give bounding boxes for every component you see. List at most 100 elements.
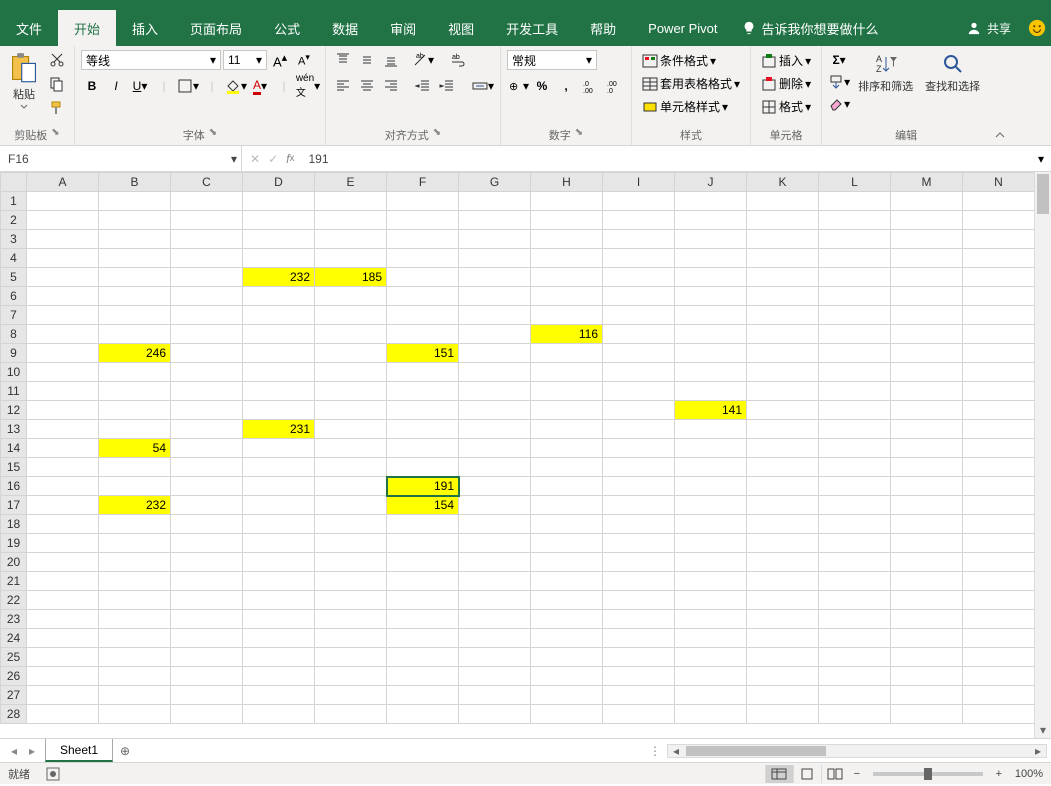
expand-formula-bar-button[interactable]: ▾ xyxy=(1031,146,1051,171)
cell-G26[interactable] xyxy=(459,667,531,686)
cell-H9[interactable] xyxy=(531,344,603,363)
format-painter-button[interactable] xyxy=(46,98,68,118)
cell-I13[interactable] xyxy=(603,420,675,439)
col-header-H[interactable]: H xyxy=(531,173,603,192)
font-name-combo[interactable]: 等线▾ xyxy=(81,50,221,70)
cell-D13[interactable]: 231 xyxy=(243,420,315,439)
row-header-23[interactable]: 23 xyxy=(1,610,27,629)
cell-C9[interactable] xyxy=(171,344,243,363)
cell-G1[interactable] xyxy=(459,192,531,211)
row-header-25[interactable]: 25 xyxy=(1,648,27,667)
cell-H4[interactable] xyxy=(531,249,603,268)
cell-N11[interactable] xyxy=(963,382,1035,401)
cell-F5[interactable] xyxy=(387,268,459,287)
cell-H22[interactable] xyxy=(531,591,603,610)
cell-E27[interactable] xyxy=(315,686,387,705)
cell-H24[interactable] xyxy=(531,629,603,648)
cell-N7[interactable] xyxy=(963,306,1035,325)
cell-M28[interactable] xyxy=(891,705,963,724)
tab-power-pivot[interactable]: Power Pivot xyxy=(632,10,733,46)
cell-K20[interactable] xyxy=(747,553,819,572)
cell-M18[interactable] xyxy=(891,515,963,534)
row-header-15[interactable]: 15 xyxy=(1,458,27,477)
cell-I10[interactable] xyxy=(603,363,675,382)
cell-D20[interactable] xyxy=(243,553,315,572)
cell-N28[interactable] xyxy=(963,705,1035,724)
cell-E25[interactable] xyxy=(315,648,387,667)
macro-record-button[interactable] xyxy=(38,767,68,781)
cell-G27[interactable] xyxy=(459,686,531,705)
cell-A27[interactable] xyxy=(27,686,99,705)
cell-H15[interactable] xyxy=(531,458,603,477)
row-header-16[interactable]: 16 xyxy=(1,477,27,496)
share-button[interactable]: 共享 xyxy=(967,10,1011,46)
cell-B2[interactable] xyxy=(99,211,171,230)
cell-L16[interactable] xyxy=(819,477,891,496)
cell-A11[interactable] xyxy=(27,382,99,401)
cell-B16[interactable] xyxy=(99,477,171,496)
cell-I24[interactable] xyxy=(603,629,675,648)
view-normal-button[interactable] xyxy=(765,765,793,783)
tab-home[interactable]: 开始 xyxy=(58,10,116,46)
cell-A3[interactable] xyxy=(27,230,99,249)
row-header-12[interactable]: 12 xyxy=(1,401,27,420)
cell-N24[interactable] xyxy=(963,629,1035,648)
cell-D9[interactable] xyxy=(243,344,315,363)
row-header-5[interactable]: 5 xyxy=(1,268,27,287)
cell-H21[interactable] xyxy=(531,572,603,591)
cell-D8[interactable] xyxy=(243,325,315,344)
cell-K11[interactable] xyxy=(747,382,819,401)
cell-M25[interactable] xyxy=(891,648,963,667)
alignment-dialog[interactable]: ⬊ xyxy=(433,127,441,143)
cell-K7[interactable] xyxy=(747,306,819,325)
cell-N1[interactable] xyxy=(963,192,1035,211)
cell-E26[interactable] xyxy=(315,667,387,686)
cell-H7[interactable] xyxy=(531,306,603,325)
view-page-layout-button[interactable] xyxy=(793,765,821,783)
cell-A17[interactable] xyxy=(27,496,99,515)
cell-E3[interactable] xyxy=(315,230,387,249)
cell-F28[interactable] xyxy=(387,705,459,724)
cell-N19[interactable] xyxy=(963,534,1035,553)
cell-F17[interactable]: 154 xyxy=(387,496,459,515)
collapse-ribbon-button[interactable] xyxy=(990,125,1010,145)
cell-F3[interactable] xyxy=(387,230,459,249)
cell-G28[interactable] xyxy=(459,705,531,724)
cell-L22[interactable] xyxy=(819,591,891,610)
cell-C10[interactable] xyxy=(171,363,243,382)
cell-N27[interactable] xyxy=(963,686,1035,705)
scroll-right-button[interactable]: ▸ xyxy=(1030,745,1046,757)
cell-C17[interactable] xyxy=(171,496,243,515)
cell-F22[interactable] xyxy=(387,591,459,610)
cell-K17[interactable] xyxy=(747,496,819,515)
font-size-combo[interactable]: 11▾ xyxy=(223,50,267,70)
cell-M19[interactable] xyxy=(891,534,963,553)
comma-button[interactable]: , xyxy=(555,76,577,96)
cell-F25[interactable] xyxy=(387,648,459,667)
cell-J8[interactable] xyxy=(675,325,747,344)
accounting-button[interactable]: ⊕▾ xyxy=(507,76,529,96)
cell-G5[interactable] xyxy=(459,268,531,287)
row-header-26[interactable]: 26 xyxy=(1,667,27,686)
cell-M6[interactable] xyxy=(891,287,963,306)
cell-B8[interactable] xyxy=(99,325,171,344)
cell-G7[interactable] xyxy=(459,306,531,325)
cell-L17[interactable] xyxy=(819,496,891,515)
cell-A13[interactable] xyxy=(27,420,99,439)
cell-B28[interactable] xyxy=(99,705,171,724)
cell-J12[interactable]: 141 xyxy=(675,401,747,420)
cell-C7[interactable] xyxy=(171,306,243,325)
merge-button[interactable]: ▾ xyxy=(472,76,494,96)
cell-M15[interactable] xyxy=(891,458,963,477)
cell-D15[interactable] xyxy=(243,458,315,477)
cell-H16[interactable] xyxy=(531,477,603,496)
cell-F15[interactable] xyxy=(387,458,459,477)
cell-L15[interactable] xyxy=(819,458,891,477)
cell-F13[interactable] xyxy=(387,420,459,439)
cell-L7[interactable] xyxy=(819,306,891,325)
col-header-B[interactable]: B xyxy=(99,173,171,192)
cell-B9[interactable]: 246 xyxy=(99,344,171,363)
cell-K8[interactable] xyxy=(747,325,819,344)
decrease-font-button[interactable]: A▾ xyxy=(293,50,315,70)
cell-B14[interactable]: 54 xyxy=(99,439,171,458)
